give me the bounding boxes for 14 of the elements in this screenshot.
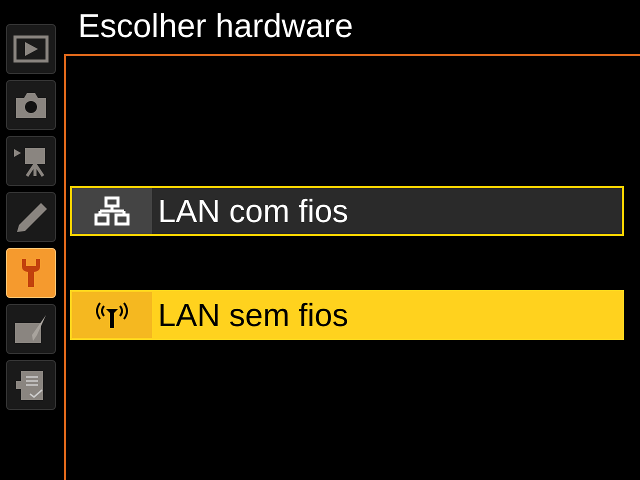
menu-tab[interactable] xyxy=(6,24,56,74)
menu-option[interactable]: LAN sem fios xyxy=(70,290,624,340)
menu-tab[interactable] xyxy=(6,80,56,130)
network-icon xyxy=(94,196,130,226)
menu-tab[interactable] xyxy=(6,304,56,354)
antenna-icon xyxy=(94,300,130,330)
screen-title: Escolher hardware xyxy=(77,6,354,46)
menu-tab[interactable] xyxy=(6,136,56,186)
option-label: LAN com fios xyxy=(157,192,348,231)
option-label: LAN sem fios xyxy=(157,296,348,335)
play-icon xyxy=(13,33,49,65)
menu-option[interactable]: LAN com fios xyxy=(70,186,624,236)
menu-tab[interactable] xyxy=(6,192,56,242)
menu-tab[interactable] xyxy=(6,360,56,410)
